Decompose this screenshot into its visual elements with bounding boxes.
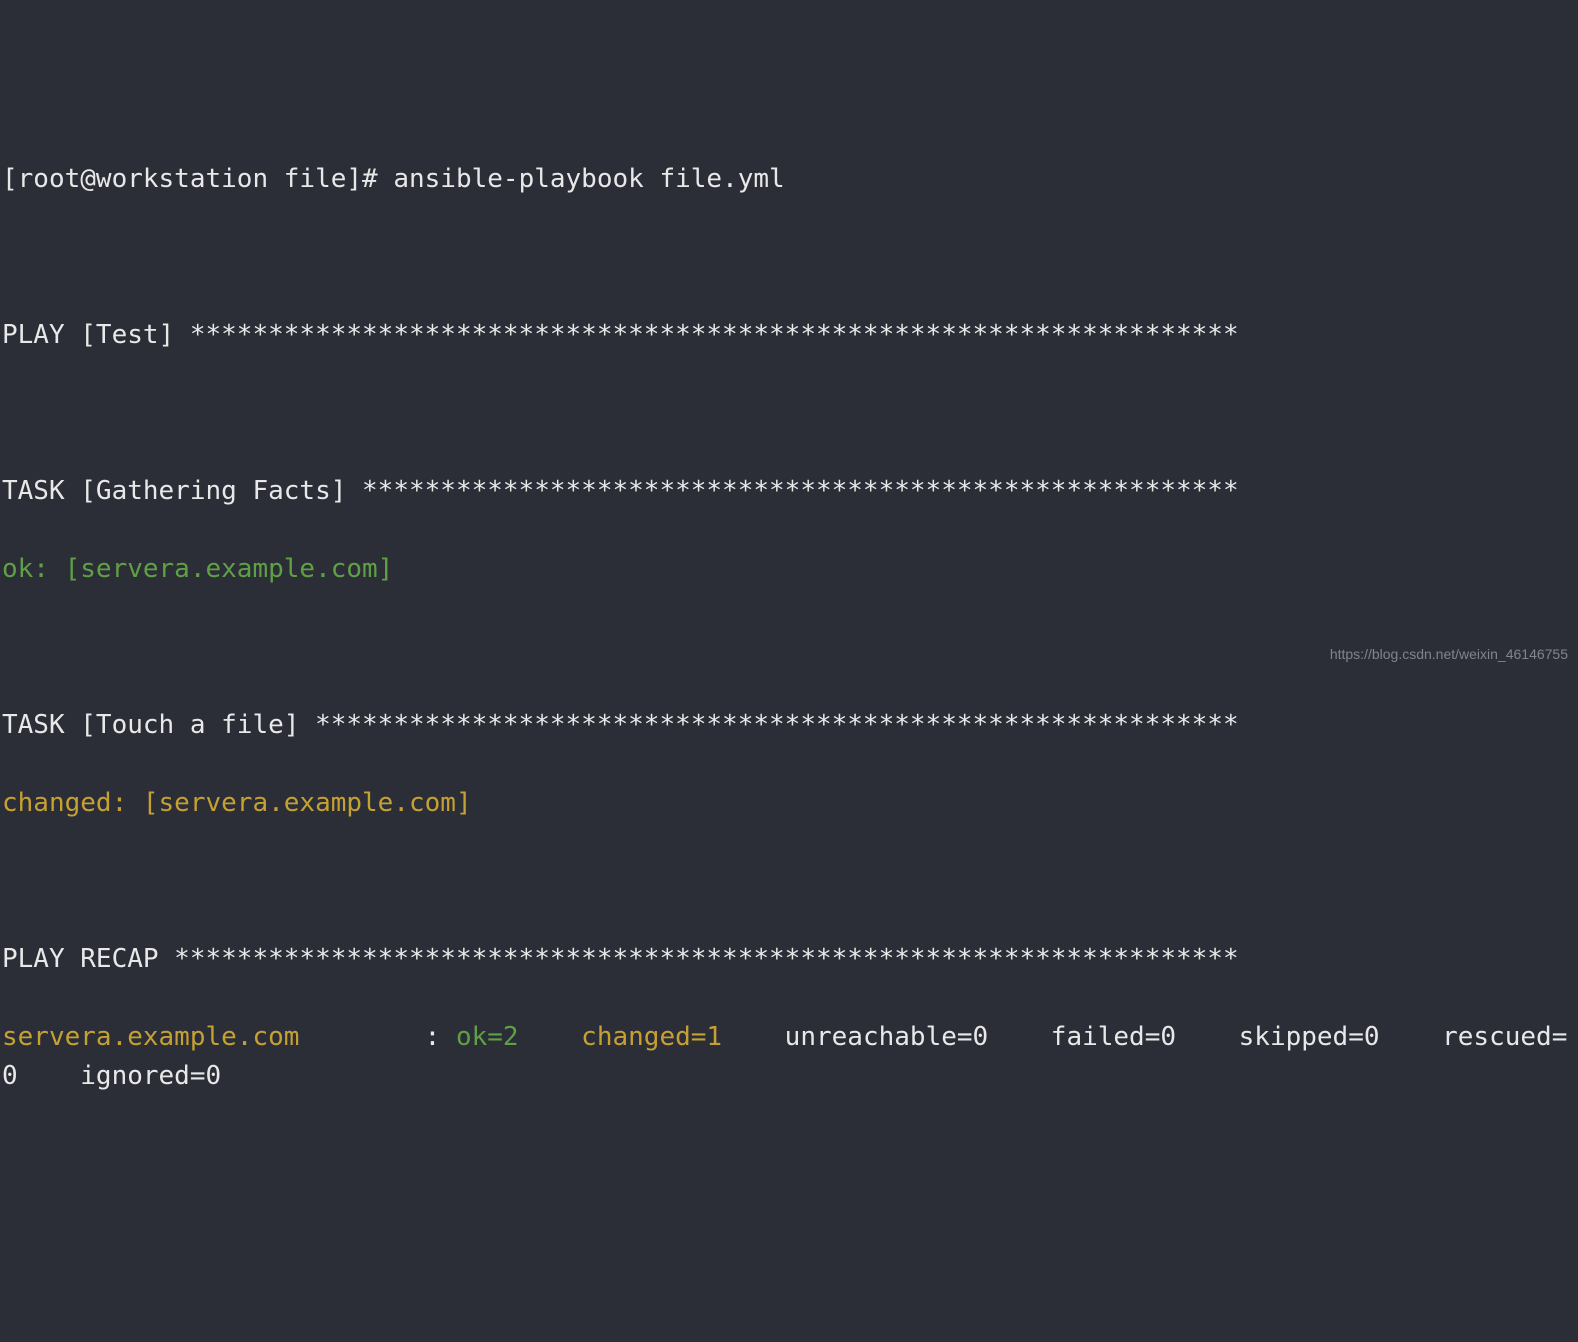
task-header-gathering-facts: TASK [Gathering Facts] *****************… (2, 472, 1576, 511)
watermark-text: https://blog.csdn.net/weixin_46146755 (1330, 644, 1568, 665)
recap-changed: changed=1 (566, 1022, 770, 1052)
recap-ok: ok=2 (456, 1022, 566, 1052)
command-text: ansible-playbook file.yml (393, 164, 784, 194)
play-recap-header: PLAY RECAP *****************************… (2, 940, 1576, 979)
task-header-touch-file: TASK [Touch a file] ********************… (2, 706, 1576, 745)
task-result-changed: changed: [servera.example.com] (2, 784, 1576, 823)
recap-separator: : (425, 1022, 456, 1052)
command-line: [root@workstation file]# ansible-playboo… (2, 160, 1576, 199)
play-header: PLAY [Test] ****************************… (2, 316, 1576, 355)
blank-line (2, 862, 1576, 901)
recap-line: servera.example.com : ok=2 changed=1 unr… (2, 1018, 1576, 1096)
shell-prompt: [root@workstation file]# (2, 164, 393, 194)
task-result-ok: ok: [servera.example.com] (2, 550, 1576, 589)
recap-host: servera.example.com (2, 1022, 425, 1052)
blank-line (2, 394, 1576, 433)
blank-line (2, 238, 1576, 277)
